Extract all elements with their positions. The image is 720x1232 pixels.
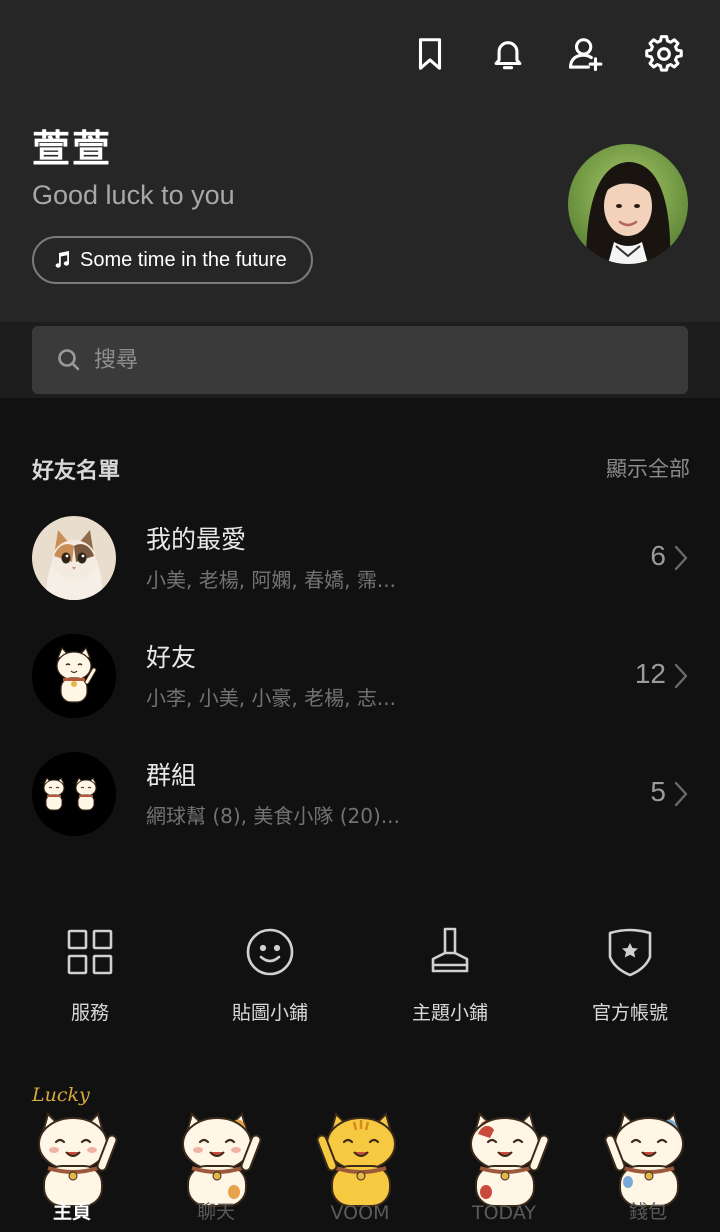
tab-chats[interactable]: 聊天 (144, 1080, 288, 1232)
tab-voom[interactable]: VOOM (288, 1080, 432, 1232)
status-message[interactable]: Good luck to you (32, 180, 235, 211)
shortcut-label: 主題小鋪 (411, 1002, 488, 1024)
tab-wallet[interactable]: 錢包 (576, 1080, 720, 1232)
settings-button[interactable] (644, 32, 684, 76)
list-item-friends[interactable]: 好友 小李, 小美, 小豪, 老楊, 志... 12 (0, 634, 720, 734)
search-input[interactable] (94, 347, 654, 373)
two-lucky-cats-avatar (32, 752, 116, 836)
music-title: Some time in the future (80, 248, 287, 271)
shortcut-sticker-shop[interactable]: 貼圖小鋪 (180, 924, 360, 1034)
grid-icon (67, 929, 113, 975)
add-friend-icon (569, 38, 603, 71)
lucky-cat-icon (38, 1112, 118, 1207)
tab-label: 錢包 (628, 1201, 667, 1223)
lucky-cat-icon (182, 1112, 262, 1207)
tab-label: VOOM (330, 1202, 390, 1224)
bell-icon (494, 41, 522, 70)
shield-star-icon (608, 928, 652, 977)
profile-avatar[interactable] (568, 144, 688, 264)
gear-icon (645, 35, 683, 72)
profile-name[interactable]: 萱萱 (32, 118, 112, 173)
music-note-icon (55, 251, 69, 268)
search-bar[interactable] (32, 326, 688, 394)
chevron-right-icon (674, 545, 688, 571)
shortcut-label: 貼圖小鋪 (231, 1002, 308, 1024)
shortcut-official-accounts[interactable]: 官方帳號 (540, 924, 720, 1034)
bookmark-icon (418, 38, 442, 70)
row-count: 6 (650, 540, 666, 571)
tab-label: TODAY (472, 1202, 536, 1224)
tab-today[interactable]: TODAY (432, 1080, 576, 1232)
row-title: 我的最愛 (146, 525, 247, 554)
row-count: 5 (650, 776, 666, 807)
row-title: 群組 (146, 761, 197, 790)
profile-music-button[interactable]: Some time in the future (32, 236, 313, 284)
tab-label: 主頁 (52, 1201, 91, 1223)
chevron-right-icon (674, 663, 688, 689)
row-subtitle: 網球幫 (8), 美食小隊 (20)... (146, 804, 400, 828)
list-item-groups[interactable]: 群組 網球幫 (8), 美食小隊 (20)... 5 (0, 752, 720, 852)
tab-label: 聊天 (196, 1201, 235, 1223)
search-section (0, 322, 720, 398)
show-all-link[interactable]: 顯示全部 (606, 453, 690, 483)
list-item-favorites[interactable]: 我的最愛 小美, 老楊, 阿嫻, 春嬌, 霈... 6 (0, 516, 720, 616)
chevron-right-icon (674, 781, 688, 807)
friends-section-title: 好友名單 (32, 459, 121, 484)
profile-header: 萱萱 Good luck to you Some time in the fut… (0, 0, 720, 322)
lucky-cat-avatar (32, 634, 116, 718)
smiley-icon (246, 928, 294, 976)
row-subtitle: 小美, 老楊, 阿嫻, 春嬌, 霈... (146, 568, 396, 592)
bookmark-button[interactable] (410, 32, 450, 76)
lucky-cat-icon (470, 1112, 550, 1207)
notifications-button[interactable] (488, 32, 528, 76)
add-friend-button[interactable] (566, 32, 606, 76)
row-title: 好友 (146, 643, 197, 672)
row-subtitle: 小李, 小美, 小豪, 老楊, 志... (146, 686, 396, 710)
lucky-text: Lucky (32, 1084, 90, 1106)
shortcut-label: 官方帳號 (591, 1002, 668, 1024)
top-toolbar (410, 32, 684, 76)
shortcut-label: 服務 (70, 1002, 109, 1024)
cat-photo-avatar (32, 516, 116, 600)
row-count: 12 (634, 658, 666, 689)
shortcut-theme-shop[interactable]: 主題小鋪 (360, 924, 540, 1034)
shortcut-services[interactable]: 服務 (0, 924, 180, 1034)
brush-icon (431, 927, 469, 973)
lucky-cat-icon (604, 1112, 684, 1207)
lucky-cat-icon (316, 1112, 396, 1207)
search-icon (58, 349, 80, 371)
bottom-tab-bar: Lucky 主頁 聊天 VOOM TODAY 錢包 (0, 1080, 720, 1232)
tab-home[interactable]: Lucky 主頁 (0, 1080, 144, 1232)
